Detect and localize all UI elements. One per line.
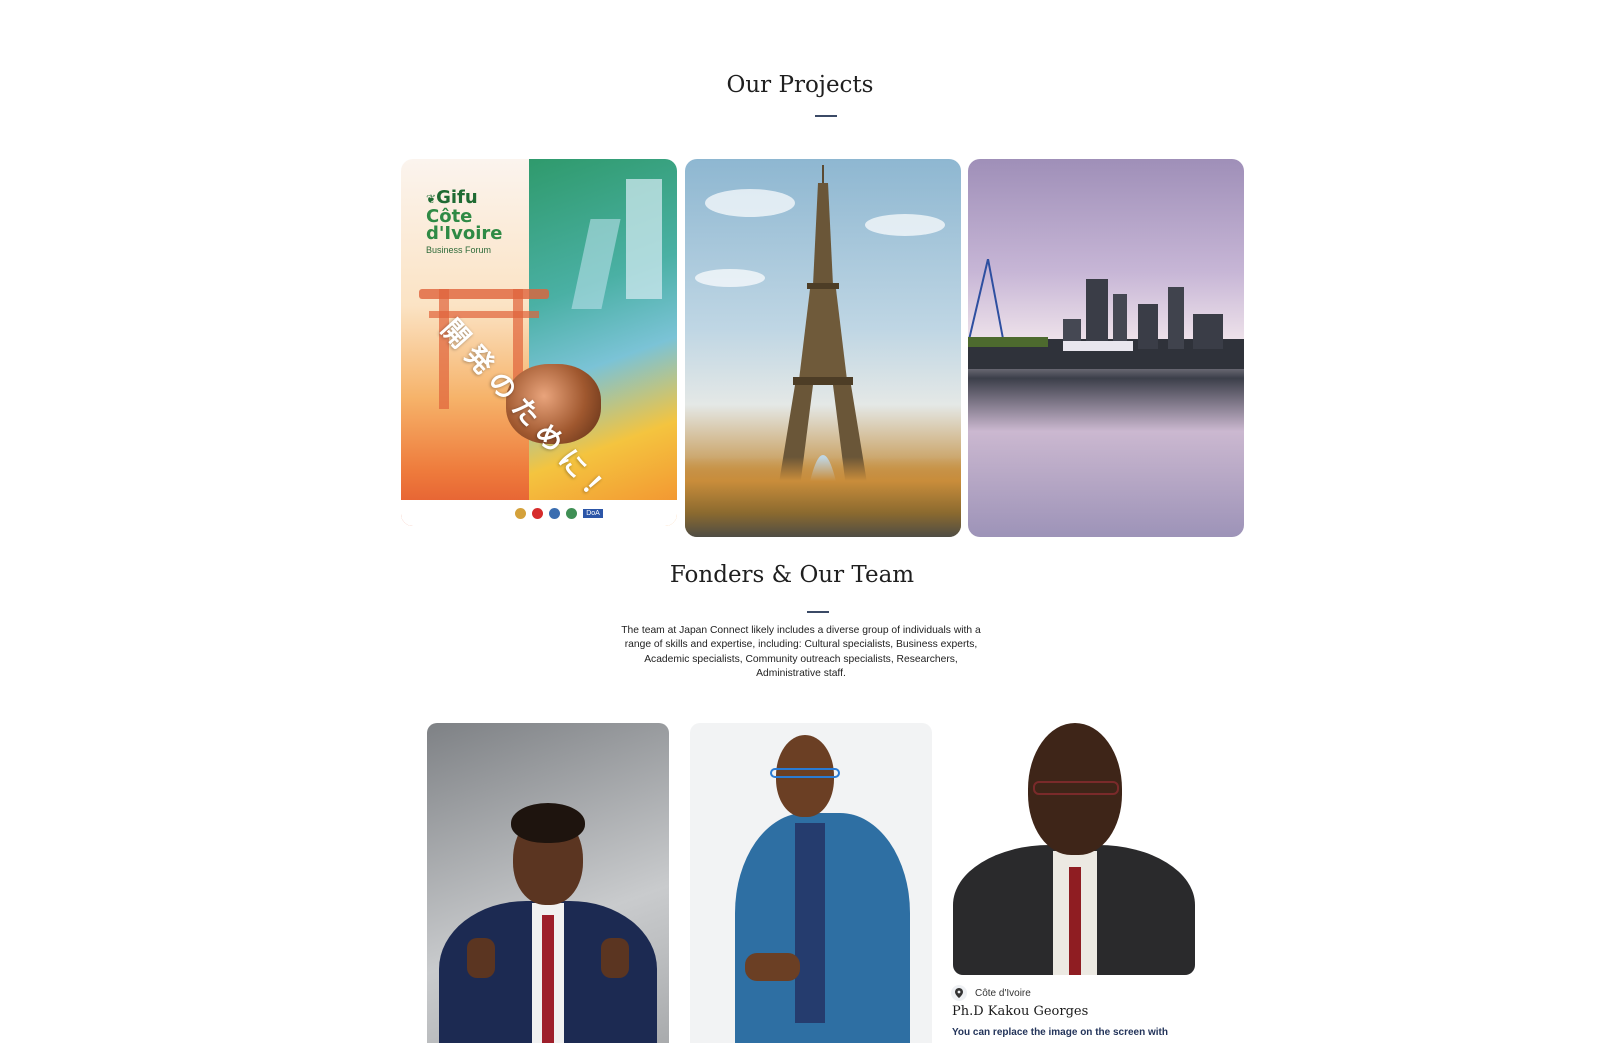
sponsor-logo [566, 507, 578, 519]
member-location-text: Côte d'Ivoire [975, 987, 1031, 999]
leaf-icon: ❦ [426, 192, 437, 206]
sponsor-logo [549, 507, 561, 519]
eiffel-trees [685, 457, 961, 537]
logo-subtitle: Business Forum [426, 245, 492, 255]
team-member-card[interactable] [953, 723, 1195, 975]
thumbs-up-left [467, 938, 495, 978]
team-heading-underline [807, 611, 829, 613]
cloud [695, 269, 765, 287]
team-heading: Fonders & Our Team [669, 562, 915, 588]
member-description: You can replace the image on the screen … [952, 1027, 1168, 1038]
logo-line-3: d'Ivoire [426, 223, 503, 244]
member-hands [745, 953, 800, 981]
glasses-icon [1033, 781, 1119, 795]
sponsor-logo [515, 507, 527, 519]
project-card-eiffel-tower[interactable] [685, 159, 961, 537]
poster-logo: ❦Gifu Côte d'Ivoire Business Forum [426, 187, 516, 256]
projects-heading: Our Projects [726, 72, 874, 98]
glasses-icon [770, 768, 840, 778]
team-member-card[interactable] [690, 723, 932, 1043]
project-card-city-skyline[interactable] [968, 159, 1244, 537]
member-tie [542, 915, 554, 1043]
thumbs-up-right [601, 938, 629, 978]
eiffel-tower-graphic [777, 165, 869, 495]
member-location: Côte d'Ivoire [951, 985, 1031, 1001]
projects-heading-underline [815, 115, 837, 117]
poster-building [626, 179, 662, 299]
team-member-card[interactable] [427, 723, 669, 1043]
city-skyline-graphic [968, 259, 1244, 369]
project-card-business-forum[interactable]: ❦Gifu Côte d'Ivoire Business Forum 開発のため… [401, 159, 677, 526]
member-tie [1069, 867, 1081, 975]
member-hair [511, 803, 585, 843]
member-name: Ph.D Kakou Georges [952, 1004, 1089, 1019]
member-shirt [795, 823, 825, 1023]
poster-sponsor-bar: DoA [401, 500, 677, 526]
logo-text-1: Gifu [436, 187, 478, 208]
sponsor-logo [532, 507, 544, 519]
sponsor-tag: DoA [583, 508, 603, 518]
team-description: The team at Japan Connect likely include… [621, 625, 981, 679]
map-pin-icon [951, 985, 967, 1001]
cloud [865, 214, 945, 236]
